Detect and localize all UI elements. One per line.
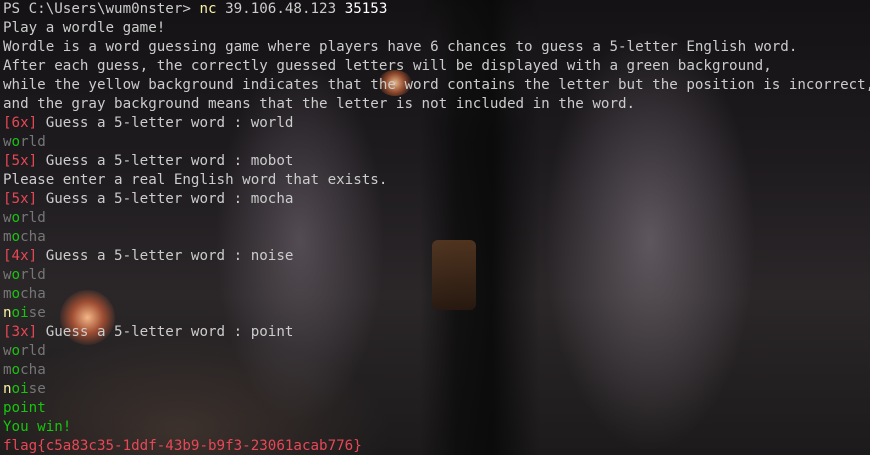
feedback-row: world bbox=[3, 266, 870, 285]
command-host: 39.106.48.123 bbox=[216, 1, 345, 17]
feedback-letter: w bbox=[3, 134, 12, 150]
feedback-letter: c bbox=[20, 362, 29, 378]
feedback-row: mocha bbox=[3, 361, 870, 380]
guess-input: noise bbox=[250, 248, 294, 264]
feedback-row: noise bbox=[3, 304, 870, 323]
feedback-letter: w bbox=[3, 210, 12, 226]
guesses-remaining: [5x] bbox=[3, 153, 38, 169]
guess-input: mobot bbox=[250, 153, 294, 169]
guess-prompt-line: [4x] Guess a 5-letter word : noise bbox=[3, 247, 870, 266]
feedback-row: world bbox=[3, 342, 870, 361]
feedback-letter: n bbox=[3, 381, 12, 397]
guess-prompt: Guess a 5-letter word : bbox=[37, 191, 251, 207]
guess-input: point bbox=[250, 324, 294, 340]
feedback-letter: h bbox=[28, 362, 38, 378]
intro-line: while the yellow background indicates th… bbox=[3, 77, 870, 93]
command-name: nc bbox=[199, 1, 217, 17]
feedback-letter: o bbox=[11, 305, 21, 321]
feedback-letter: e bbox=[37, 305, 46, 321]
game-rounds: [6x] Guess a 5-letter word : world world[… bbox=[3, 114, 870, 418]
feedback-row: mocha bbox=[3, 228, 870, 247]
guesses-remaining: [3x] bbox=[3, 324, 38, 340]
guesses-remaining: [4x] bbox=[3, 248, 38, 264]
feedback-letter: h bbox=[28, 286, 38, 302]
feedback-letter: m bbox=[3, 362, 12, 378]
feedback-letter: d bbox=[37, 343, 46, 359]
feedback-letter: m bbox=[3, 286, 12, 302]
feedback-letter: i bbox=[20, 381, 29, 397]
feedback-letter: w bbox=[3, 267, 12, 283]
feedback-row: mocha bbox=[3, 285, 870, 304]
command-port: 35153 bbox=[344, 1, 388, 17]
feedback-letter: c bbox=[20, 229, 29, 245]
feedback-letter: o bbox=[11, 267, 21, 283]
guess-input: mocha bbox=[250, 191, 294, 207]
feedback-letter: l bbox=[28, 343, 38, 359]
feedback-letter: o bbox=[11, 362, 21, 378]
feedback-letter: o bbox=[11, 381, 21, 397]
guess-prompt: Guess a 5-letter word : bbox=[37, 115, 251, 131]
feedback-letter: r bbox=[20, 343, 29, 359]
feedback-letter: w bbox=[3, 343, 12, 359]
intro-line: and the gray background means that the l… bbox=[3, 96, 636, 112]
feedback-letter: c bbox=[20, 286, 29, 302]
feedback-letter: o bbox=[11, 134, 21, 150]
feedback-letter: o bbox=[11, 343, 21, 359]
feedback-letter: t bbox=[37, 400, 46, 416]
feedback-letter: o bbox=[11, 286, 21, 302]
shell-prompt: PS C:\Users\wum0nster> bbox=[3, 1, 200, 17]
feedback-letter: h bbox=[28, 229, 38, 245]
feedback-row: point bbox=[3, 399, 870, 418]
feedback-letter: n bbox=[3, 305, 12, 321]
feedback-letter: s bbox=[28, 305, 38, 321]
feedback-letter: d bbox=[37, 267, 46, 283]
guesses-remaining: [6x] bbox=[3, 115, 38, 131]
feedback-letter: i bbox=[20, 305, 29, 321]
feedback-letter: a bbox=[37, 362, 46, 378]
feedback-row: noise bbox=[3, 380, 870, 399]
flag-output: flag{c5a83c35-1ddf-43b9-b9f3-23061acab77… bbox=[3, 438, 362, 454]
feedback-row: world bbox=[3, 133, 870, 152]
feedback-letter: o bbox=[11, 400, 21, 416]
error-message: Please enter a real English word that ex… bbox=[3, 172, 388, 188]
command-line: PS C:\Users\wum0nster> nc 39.106.48.123 … bbox=[3, 0, 870, 19]
guesses-remaining: [5x] bbox=[3, 191, 38, 207]
feedback-letter: r bbox=[20, 134, 29, 150]
guess-prompt-line: [5x] Guess a 5-letter word : mocha bbox=[3, 190, 870, 209]
feedback-letter: l bbox=[28, 210, 38, 226]
feedback-letter: e bbox=[37, 381, 46, 397]
feedback-letter: l bbox=[28, 267, 38, 283]
win-message: You win! bbox=[3, 419, 72, 435]
feedback-letter: n bbox=[28, 400, 38, 416]
feedback-letter: s bbox=[28, 381, 38, 397]
feedback-letter: a bbox=[37, 229, 46, 245]
intro-line: Play a wordle game! bbox=[3, 20, 166, 36]
intro-line: After each guess, the correctly guessed … bbox=[3, 58, 772, 74]
intro-line: Wordle is a word guessing game where pla… bbox=[3, 39, 798, 55]
terminal-output: PS C:\Users\wum0nster> nc 39.106.48.123 … bbox=[3, 0, 870, 455]
feedback-letter: l bbox=[28, 134, 38, 150]
feedback-letter: r bbox=[20, 267, 29, 283]
guess-prompt-line: [6x] Guess a 5-letter word : world bbox=[3, 114, 870, 133]
feedback-letter: a bbox=[37, 286, 46, 302]
feedback-letter: d bbox=[37, 210, 46, 226]
terminal-window[interactable]: PS C:\Users\wum0nster> nc 39.106.48.123 … bbox=[0, 0, 870, 455]
feedback-letter: o bbox=[11, 229, 21, 245]
feedback-letter: d bbox=[37, 134, 46, 150]
feedback-letter: r bbox=[20, 210, 29, 226]
feedback-letter: i bbox=[20, 400, 29, 416]
guess-input: world bbox=[250, 115, 294, 131]
feedback-letter: m bbox=[3, 229, 12, 245]
feedback-letter: p bbox=[3, 400, 12, 416]
guess-prompt: Guess a 5-letter word : bbox=[37, 324, 251, 340]
guess-prompt: Guess a 5-letter word : bbox=[37, 248, 251, 264]
guess-prompt-line: [5x] Guess a 5-letter word : mobot bbox=[3, 152, 870, 171]
guess-prompt: Guess a 5-letter word : bbox=[37, 153, 251, 169]
feedback-row: world bbox=[3, 209, 870, 228]
feedback-letter: o bbox=[11, 210, 21, 226]
guess-prompt-line: [3x] Guess a 5-letter word : point bbox=[3, 323, 870, 342]
